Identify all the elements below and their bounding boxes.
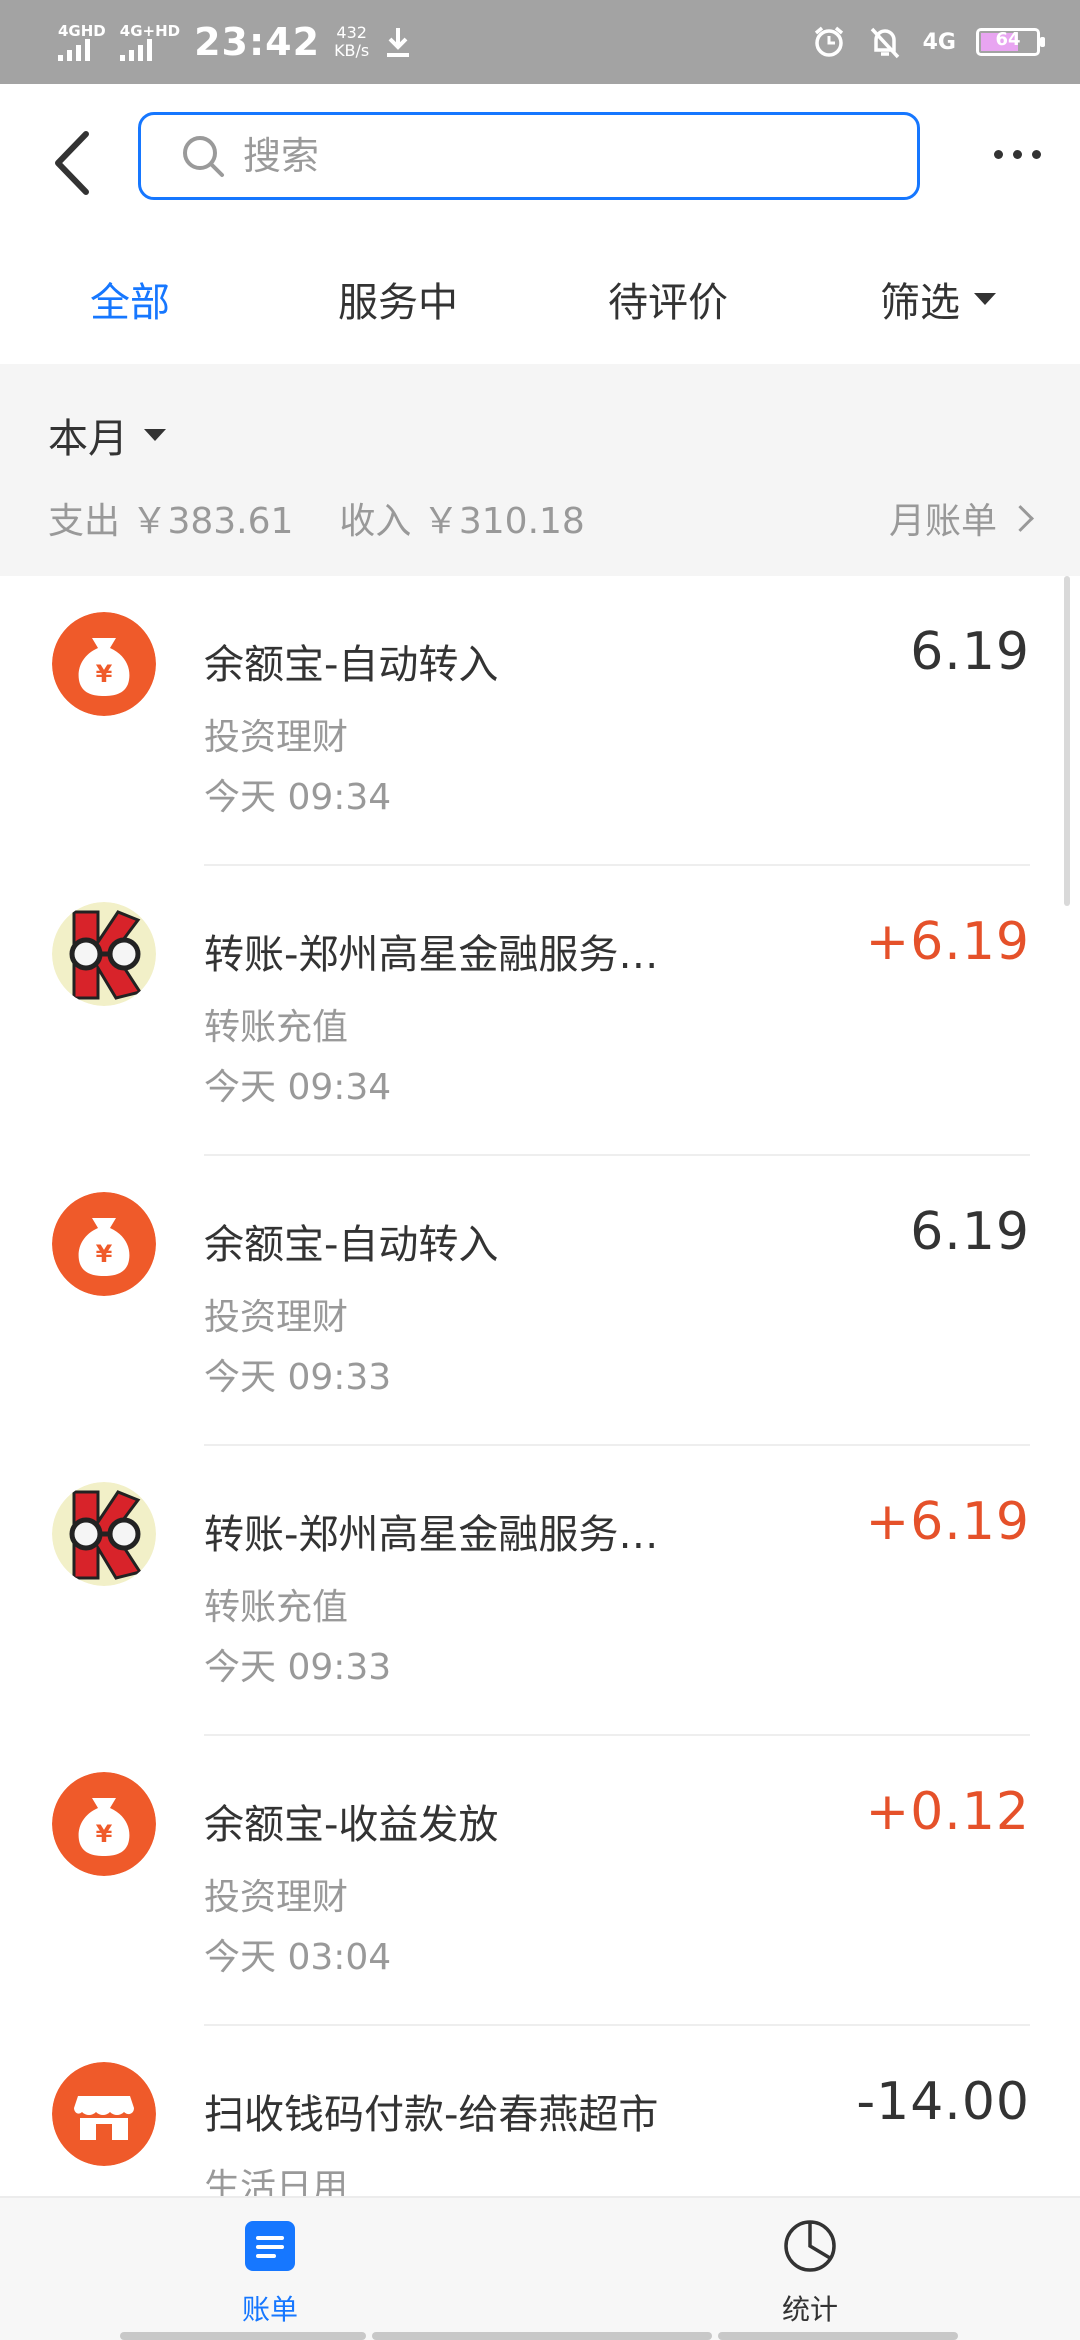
month-selector[interactable]: 本月 [48,406,166,464]
shop-icon [52,2062,156,2166]
transaction-amount: +0.12 [865,1782,1030,1842]
sim2-label: 4G+HD [119,22,181,40]
month-summary: 本月 支出 ￥383.61 收入 ￥310.18 月账单 [0,364,1080,576]
yuebao-moneybag-icon: ¥ [52,1772,156,1876]
caret-down-icon [144,429,166,441]
expense-total: 支出 ￥383.61 [48,501,294,542]
back-icon[interactable] [44,118,104,208]
search-icon [183,136,224,177]
monthly-bill-link[interactable]: 月账单 [888,492,1034,544]
month-label: 本月 [48,416,128,462]
transaction-row[interactable]: 扫收钱码付款-给春燕超市 生活日用 -14.00 [0,2026,1080,2196]
nav-bill[interactable]: 账单 [170,2218,370,2328]
network-type: 4G [922,29,956,55]
transaction-amount: 6.19 [910,622,1030,682]
transaction-row[interactable]: 转账-郑州高星金融服务… 转账充值 今天 09:33 +6.19 [0,1446,1080,1736]
transaction-row[interactable]: 转账-郑州高星金融服务… 转账充值 今天 09:34 +6.19 [0,866,1080,1156]
gesture-bar [718,2332,958,2340]
tab-pending-review[interactable]: 待评价 [608,270,728,328]
filter-label: 筛选 [880,280,960,326]
status-bar: 4GHD 4G+HD 23:42 432 KB/s 4G 64 [0,0,1080,84]
tab-all[interactable]: 全部 [90,270,170,328]
signal-sim1-icon: 4GHD [58,23,106,61]
alarm-icon [814,26,843,57]
sim1-label: 4GHD [58,22,106,40]
download-icon [387,28,410,57]
transaction-time: 今天 09:33 [204,1357,392,1398]
transaction-amount: -14.00 [856,2072,1030,2132]
transaction-row[interactable]: ¥ 余额宝-自动转入 投资理财 今天 09:33 6.19 [0,1156,1080,1446]
nav-bill-label: 账单 [241,2293,298,2326]
transaction-category: 投资理财 [204,1297,349,1338]
transaction-time: 今天 09:34 [204,1067,392,1108]
tab-filter[interactable]: 筛选 [880,270,996,328]
monthly-bill-label: 月账单 [888,501,997,542]
month-totals: 支出 ￥383.61 收入 ￥310.18 [48,492,585,544]
filter-tabs: 全部 服务中 待评价 筛选 [0,232,1080,364]
transaction-row[interactable]: ¥ 余额宝-收益发放 投资理财 今天 03:04 +0.12 [0,1736,1080,2026]
transaction-time: 今天 09:34 [204,777,392,818]
search-input[interactable] [241,133,845,179]
more-options-icon[interactable] [984,134,1050,174]
header [0,84,1080,232]
transaction-title: 余额宝-自动转入 [204,642,499,688]
user-avatar [52,1482,156,1586]
income-total: 收入 ￥310.18 [339,501,585,542]
nav-stats[interactable]: 统计 [710,2218,910,2328]
network-speed: 432 KB/s [334,24,369,60]
bottom-nav: 账单 统计 [0,2196,1080,2340]
battery-icon: 64 [976,28,1045,56]
transaction-title: 转账-郑州高星金融服务… [204,1512,659,1558]
transaction-title: 余额宝-自动转入 [204,1222,499,1268]
clock: 23:42 [194,20,321,64]
yuebao-moneybag-icon: ¥ [52,1192,156,1296]
chevron-right-icon [1007,504,1034,532]
transaction-title: 余额宝-收益发放 [204,1802,499,1848]
transaction-amount: 6.19 [910,1202,1030,1262]
transaction-row[interactable]: ¥ 余额宝-自动转入 投资理财 今天 09:34 6.19 [0,576,1080,866]
yuebao-moneybag-icon: ¥ [52,612,156,716]
gesture-bar [120,2332,366,2340]
transaction-title: 扫收钱码付款-给春燕超市 [204,2092,659,2138]
caret-down-icon [974,293,996,305]
transaction-category: 投资理财 [204,717,349,758]
gesture-bar [372,2332,712,2340]
transaction-amount: +6.19 [865,1492,1030,1552]
transaction-category: 生活日用 [204,2167,349,2196]
transaction-time: 今天 03:04 [204,1937,392,1978]
svg-text:¥: ¥ [96,1240,113,1268]
transaction-category: 投资理财 [204,1877,349,1918]
svg-text:¥: ¥ [96,1820,113,1848]
tab-in-service[interactable]: 服务中 [338,270,458,328]
speed-unit: KB/s [334,41,370,60]
user-avatar [52,902,156,1006]
transaction-time: 今天 09:33 [204,1647,392,1688]
transaction-category: 转账充值 [204,1007,349,1048]
transaction-list[interactable]: ¥ 余额宝-自动转入 投资理财 今天 09:34 6.19 转账-郑州高星金融服… [0,576,1080,2196]
nav-stats-label: 统计 [781,2293,838,2326]
transaction-amount: +6.19 [865,912,1030,972]
pie-chart-icon [784,2220,836,2272]
signal-sim2-icon: 4G+HD [119,22,181,61]
transaction-category: 转账充值 [204,1587,349,1628]
bill-icon [245,2221,295,2271]
search-box[interactable] [138,112,920,200]
speed-value: 432 [336,23,367,42]
mute-bell-icon [870,27,899,59]
transaction-title: 转账-郑州高星金融服务… [204,932,659,978]
svg-text:¥: ¥ [96,660,113,688]
battery-level: 64 [995,29,1021,50]
